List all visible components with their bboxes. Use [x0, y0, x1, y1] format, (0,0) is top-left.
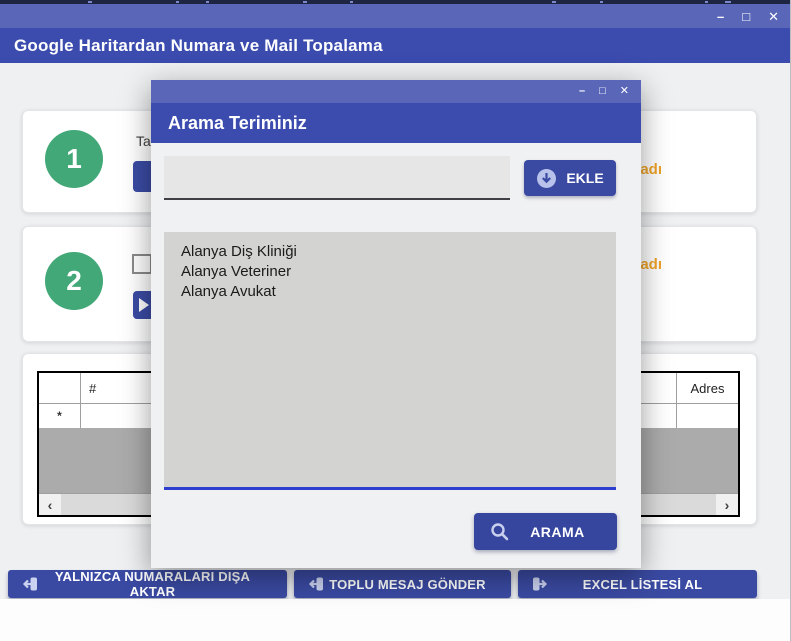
add-term-label: EKLE — [566, 170, 603, 186]
bulk-message-button[interactable]: TOPLU MESAJ GÖNDER — [294, 570, 511, 598]
dialog-title: Arama Teriminiz — [168, 113, 307, 134]
new-row-marker: * — [57, 409, 62, 423]
grid-corner-cell — [39, 373, 81, 403]
search-terms-dialog: – □ ✕ Arama Teriminiz EKLE Alanya Diş Kl… — [151, 80, 641, 568]
app-window: – □ ✕ Google Haritardan Numara ve Mail T… — [0, 0, 791, 641]
export-left-icon — [22, 576, 38, 592]
scroll-right-icon[interactable]: › — [716, 494, 738, 515]
app-header: Google Haritardan Numara ve Mail Topalam… — [0, 28, 791, 63]
search-terms-list[interactable]: Alanya Diş Kliniği Alanya Veteriner Alan… — [164, 232, 616, 490]
bulk-message-label: TOPLU MESAJ GÖNDER — [324, 577, 511, 592]
maximize-icon[interactable]: □ — [599, 86, 606, 97]
search-button[interactable]: ARAMA — [474, 513, 617, 550]
step2-badge: 2 — [45, 252, 103, 310]
export-right-icon — [532, 576, 548, 592]
grid-cell-empty[interactable] — [677, 404, 738, 428]
export-numbers-button[interactable]: YALNIZCA NUMARALARI DIŞA AKTAR — [8, 570, 287, 598]
search-button-label: ARAMA — [510, 524, 617, 540]
list-item[interactable]: Alanya Veteriner — [181, 262, 616, 282]
list-item[interactable]: Alanya Diş Kliniği — [181, 242, 616, 262]
minimize-icon[interactable]: – — [717, 10, 724, 23]
search-term-input[interactable] — [164, 156, 510, 200]
step1-badge: 1 — [45, 130, 103, 188]
export-numbers-label: YALNIZCA NUMARALARI DIŞA AKTAR — [38, 569, 287, 599]
grid-row-header-cell: * — [39, 404, 81, 428]
dialog-body: EKLE Alanya Diş Kliniği Alanya Veteriner… — [151, 143, 641, 568]
close-icon[interactable]: ✕ — [768, 10, 779, 23]
bottom-area — [0, 599, 791, 641]
close-icon[interactable]: ✕ — [620, 86, 629, 97]
search-icon — [490, 522, 510, 542]
export-left-icon — [308, 576, 324, 592]
grid-column-adres: Adres — [677, 373, 738, 403]
maximize-icon[interactable]: □ — [742, 10, 750, 23]
scroll-left-icon[interactable]: ‹ — [39, 494, 61, 515]
dialog-header: Arama Teriminiz — [151, 103, 641, 143]
step2-checkbox[interactable] — [132, 254, 152, 274]
add-term-button[interactable]: EKLE — [524, 160, 616, 196]
download-circle-icon — [536, 168, 557, 189]
minimize-icon[interactable]: – — [579, 86, 585, 97]
window-titlebar: – □ ✕ — [0, 4, 791, 28]
page-title: Google Haritardan Numara ve Mail Topalam… — [14, 36, 383, 56]
excel-export-button[interactable]: EXCEL LİSTESİ AL — [518, 570, 757, 598]
excel-export-label: EXCEL LİSTESİ AL — [548, 577, 757, 592]
step1-label-fragment: Ta — [136, 133, 151, 149]
list-item[interactable]: Alanya Avukat — [181, 282, 616, 302]
play-icon — [139, 298, 149, 312]
dialog-titlebar: – □ ✕ — [151, 80, 641, 103]
